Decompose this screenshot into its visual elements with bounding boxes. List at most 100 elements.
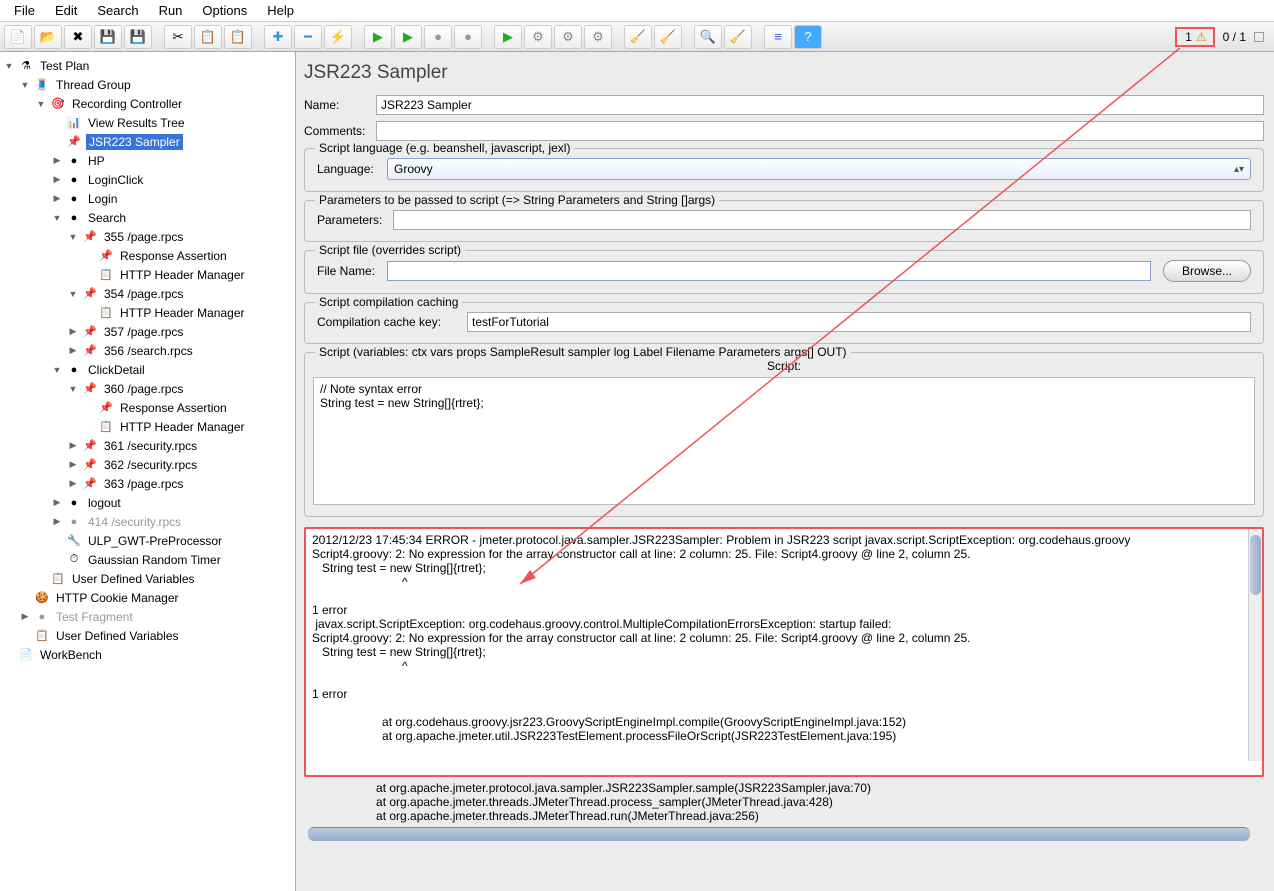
menu-run[interactable]: Run	[149, 1, 193, 20]
n360-node[interactable]: 360 /page.rpcs	[102, 381, 185, 397]
controller-icon: ●	[66, 153, 82, 169]
http-cookie-manager-node[interactable]: HTTP Cookie Manager	[54, 590, 181, 606]
parameters-input[interactable]	[393, 210, 1251, 230]
n357-node[interactable]: 357 /page.rpcs	[102, 324, 185, 340]
workbench-node[interactable]: WorkBench	[38, 647, 104, 663]
vertical-scrollbar[interactable]	[1248, 529, 1262, 761]
thread-group-icon: 🧵	[34, 77, 50, 93]
remote-start-icon[interactable]: ▶	[494, 25, 522, 49]
response-assertion-node[interactable]: Response Assertion	[118, 248, 229, 264]
clickdetail-node[interactable]: ClickDetail	[86, 362, 147, 378]
close-icon[interactable]: ✖	[64, 25, 92, 49]
loginclick-node[interactable]: LoginClick	[86, 172, 145, 188]
controller-icon: ●	[66, 362, 82, 378]
recording-controller-node[interactable]: Recording Controller	[70, 96, 184, 112]
stop-icon[interactable]: ●	[424, 25, 452, 49]
clear-all-icon[interactable]: 🧹	[654, 25, 682, 49]
search-icon[interactable]: 🔍	[694, 25, 722, 49]
test-plan-node[interactable]: Test Plan	[38, 58, 91, 74]
preprocessor-icon: 🔧	[66, 533, 82, 549]
function-helper-icon[interactable]: ≡	[764, 25, 792, 49]
n355-node[interactable]: 355 /page.rpcs	[102, 229, 185, 245]
http-header-manager2-node[interactable]: HTTP Header Manager	[118, 305, 247, 321]
test-plan-tree[interactable]: ▼⚗Test Plan ▼🧵Thread Group ▼🎯Recording C…	[0, 52, 296, 891]
shutdown-icon[interactable]: ●	[454, 25, 482, 49]
header-manager-icon: 📋	[98, 305, 114, 321]
hp-node[interactable]: HP	[86, 153, 107, 169]
menu-help[interactable]: Help	[257, 1, 304, 20]
cache-key-label: Compilation cache key:	[317, 315, 461, 329]
collapse-icon[interactable]: ━	[294, 25, 322, 49]
n363-node[interactable]: 363 /page.rpcs	[102, 476, 185, 492]
page-title: JSR223 Sampler	[300, 58, 1268, 92]
search-node[interactable]: Search	[86, 210, 128, 226]
start-no-timers-icon[interactable]: ▶	[394, 25, 422, 49]
n362-node[interactable]: 362 /security.rpcs	[102, 457, 199, 473]
script-textarea[interactable]	[313, 377, 1255, 505]
n354-node[interactable]: 354 /page.rpcs	[102, 286, 185, 302]
cut-icon[interactable]: ✂	[164, 25, 192, 49]
clear-icon[interactable]: 🧹	[624, 25, 652, 49]
user-defined-vars-node[interactable]: User Defined Variables	[70, 571, 197, 587]
menu-options[interactable]: Options	[192, 1, 257, 20]
vars-icon: 📋	[50, 571, 66, 587]
toggle-icon[interactable]: ⚡	[324, 25, 352, 49]
remote-shutdown-icon[interactable]: ⚙	[584, 25, 612, 49]
flask-icon: ⚗	[18, 58, 34, 74]
expand-icon[interactable]: ✚	[264, 25, 292, 49]
cookie-icon: 🍪	[34, 590, 50, 606]
gaussian-node[interactable]: Gaussian Random Timer	[86, 552, 223, 568]
warning-badge[interactable]: 1 ⚠	[1175, 27, 1214, 47]
http-header-manager3-node[interactable]: HTTP Header Manager	[118, 419, 247, 435]
name-input[interactable]	[376, 95, 1264, 115]
jsr223-sampler-node[interactable]: JSR223 Sampler	[86, 134, 183, 150]
search-reset-icon[interactable]: 🧹	[724, 25, 752, 49]
logout-node[interactable]: logout	[86, 495, 123, 511]
new-file-icon[interactable]: 📄	[4, 25, 32, 49]
menu-search[interactable]: Search	[87, 1, 148, 20]
warning-count: 1	[1185, 30, 1192, 44]
sampler-icon: 📌	[66, 134, 82, 150]
test-fragment-node[interactable]: Test Fragment	[54, 609, 135, 625]
assertion-icon: 📌	[98, 400, 114, 416]
user-defined-vars2-node[interactable]: User Defined Variables	[54, 628, 181, 644]
main-panel: JSR223 Sampler Name: Comments: Script la…	[296, 52, 1274, 891]
cache-key-input[interactable]	[467, 312, 1251, 332]
n361-node[interactable]: 361 /security.rpcs	[102, 438, 199, 454]
http-header-manager-node[interactable]: HTTP Header Manager	[118, 267, 247, 283]
save-icon[interactable]: 💾	[94, 25, 122, 49]
help-icon[interactable]: ?	[794, 25, 822, 49]
start-icon[interactable]: ▶	[364, 25, 392, 49]
log-text[interactable]: 2012/12/23 17:45:34 ERROR - jmeter.proto…	[306, 529, 1262, 775]
parameters-fieldset: Parameters to be passed to script (=> St…	[304, 200, 1264, 242]
save-as-icon[interactable]: 💾	[124, 25, 152, 49]
thread-group-node[interactable]: Thread Group	[54, 77, 133, 93]
paste-icon[interactable]: 📋	[224, 25, 252, 49]
response-assertion2-node[interactable]: Response Assertion	[118, 400, 229, 416]
browse-button[interactable]: Browse...	[1163, 260, 1251, 282]
view-results-tree-node[interactable]: View Results Tree	[86, 115, 187, 131]
copy-icon[interactable]: 📋	[194, 25, 222, 49]
remote-stop-icon[interactable]: ⚙	[554, 25, 582, 49]
script-header: Script:	[313, 359, 1255, 377]
menu-file[interactable]: File	[4, 1, 45, 20]
remote-start-all-icon[interactable]: ⚙	[524, 25, 552, 49]
lang-legend: Script language (e.g. beanshell, javascr…	[315, 141, 574, 155]
n356-node[interactable]: 356 /search.rpcs	[102, 343, 195, 359]
comments-input[interactable]	[376, 121, 1264, 141]
menu-edit[interactable]: Edit	[45, 1, 87, 20]
n414-node[interactable]: 414 /security.rpcs	[86, 514, 183, 530]
fragment-icon: ●	[34, 609, 50, 625]
controller-icon: ●	[66, 495, 82, 511]
disabled-icon: ●	[66, 514, 82, 530]
file-name-input[interactable]	[387, 261, 1151, 281]
horizontal-scrollbar[interactable]	[308, 827, 1250, 841]
ulp-gwt-node[interactable]: ULP_GWT-PreProcessor	[86, 533, 224, 549]
sampler-icon: 📌	[82, 438, 98, 454]
login-node[interactable]: Login	[86, 191, 119, 207]
script-file-fieldset: Script file (overrides script) File Name…	[304, 250, 1264, 294]
sampler-icon: 📌	[82, 457, 98, 473]
open-folder-icon[interactable]: 📂	[34, 25, 62, 49]
language-select[interactable]: Groovy ▴▾	[387, 158, 1251, 180]
cache-fieldset: Script compilation caching Compilation c…	[304, 302, 1264, 344]
